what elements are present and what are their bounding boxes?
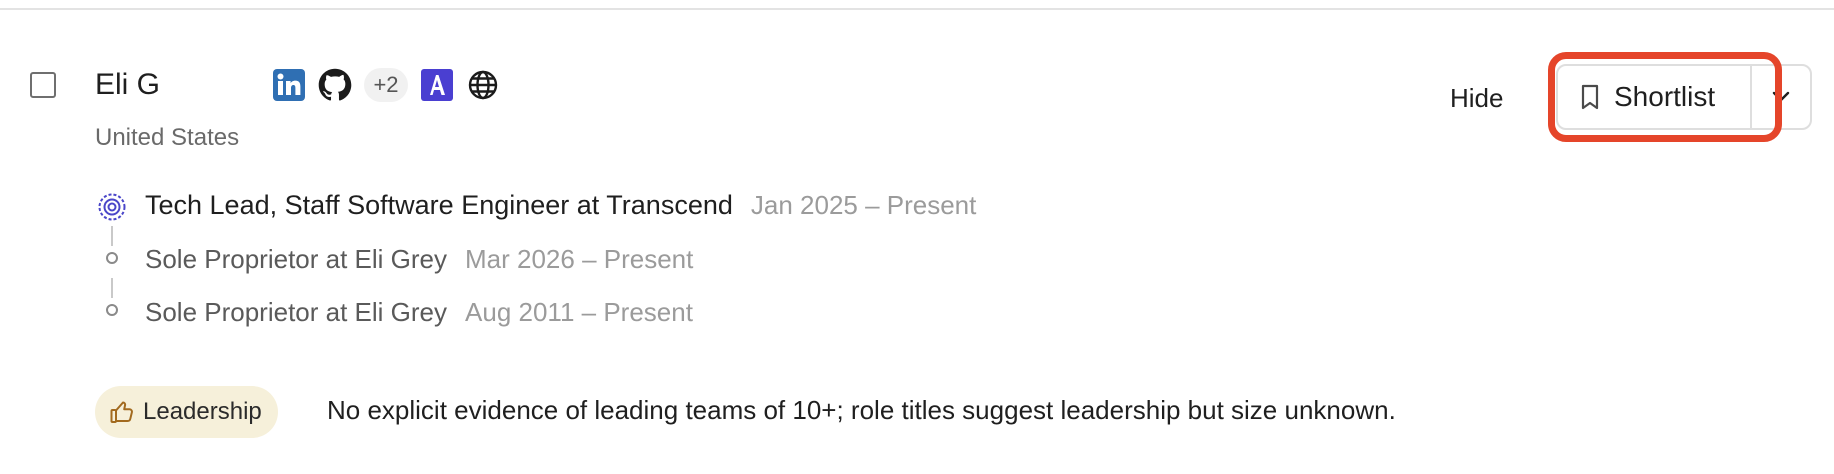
- criteria-tag-leadership: Leadership: [95, 386, 278, 438]
- angellist-icon[interactable]: [420, 68, 454, 102]
- top-divider: [0, 8, 1834, 10]
- candidate-location: United States: [95, 124, 240, 151]
- experience-dates: Jan 2025 – Present: [750, 190, 977, 220]
- timeline-dot: [106, 252, 118, 264]
- globe-icon[interactable]: [466, 68, 500, 102]
- experience-item: Sole Proprietor at Eli Grey Aug 2011 – P…: [145, 297, 693, 328]
- hide-button[interactable]: Hide: [1450, 82, 1503, 114]
- experience-title: Sole Proprietor at Eli Grey: [145, 297, 448, 327]
- shortlist-label: Shortlist: [1614, 81, 1716, 112]
- thumbs-up-icon: [110, 401, 133, 423]
- bookmark-icon: [1581, 84, 1599, 110]
- experience-item: Tech Lead, Staff Software Engineer at Tr…: [145, 190, 976, 221]
- shortlist-dropdown-button[interactable]: [1752, 66, 1810, 128]
- company-logo-icon: [98, 193, 126, 221]
- social-links: +2: [272, 68, 500, 102]
- timeline-connector: [111, 278, 113, 298]
- more-links-badge[interactable]: +2: [364, 68, 408, 102]
- evaluation-note: No explicit evidence of leading teams of…: [327, 395, 1396, 425]
- linkedin-icon[interactable]: [272, 68, 306, 102]
- chevron-down-icon: [1772, 91, 1790, 102]
- shortlist-button[interactable]: Shortlist: [1558, 66, 1750, 128]
- experience-dates: Mar 2026 – Present: [465, 244, 694, 274]
- shortlist-button-group: Shortlist: [1556, 64, 1812, 130]
- select-candidate-checkbox[interactable]: [30, 72, 56, 98]
- timeline-connector: [111, 226, 113, 246]
- experience-item: Sole Proprietor at Eli Grey Mar 2026 – P…: [145, 244, 693, 275]
- experience-title: Tech Lead, Staff Software Engineer at Tr…: [145, 190, 733, 220]
- candidate-name: Eli G: [95, 68, 161, 101]
- tag-label: Leadership: [143, 398, 262, 425]
- experience-dates: Aug 2011 – Present: [465, 297, 693, 327]
- timeline-dot: [106, 304, 118, 316]
- github-icon[interactable]: [318, 68, 352, 102]
- experience-title: Sole Proprietor at Eli Grey: [145, 244, 448, 274]
